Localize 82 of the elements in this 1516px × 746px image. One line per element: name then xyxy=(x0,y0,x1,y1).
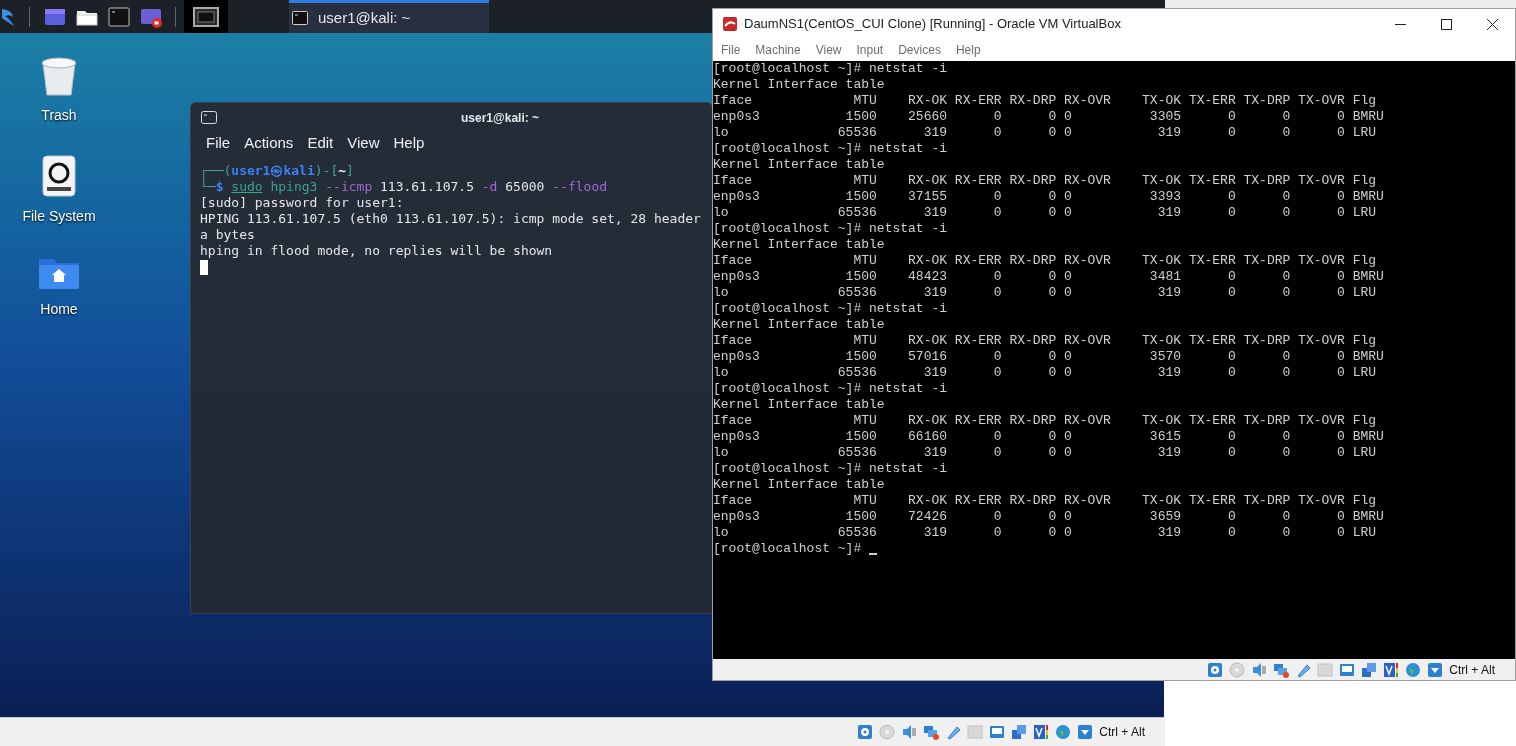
console-line: enp0s3 1500 66160 0 0 0 3615 0 0 0 BMRU xyxy=(713,428,1384,445)
console-line: [root@localhost ~]# netstat -i xyxy=(713,220,948,237)
console-line: Iface MTU RX-OK RX-ERR RX-DRP RX-OVR TX-OK TX-ERR TX-DRP TX-OVR Flg xyxy=(713,252,1377,269)
drive-icon[interactable] xyxy=(39,154,79,198)
menu-item[interactable]: File xyxy=(206,132,231,155)
console-line: Iface MTU RX-OK RX-ERR RX-DRP RX-OVR TX-OK TX-ERR TX-DRP TX-OVR Flg xyxy=(713,492,1377,509)
windows-icon[interactable] xyxy=(1010,724,1027,740)
speaker-icon[interactable] xyxy=(1250,661,1267,678)
console-line: Iface MTU RX-OK RX-ERR RX-DRP RX-OVR TX-OK TX-ERR TX-DRP TX-OVR Flg xyxy=(713,412,1377,429)
icon-label[interactable]: File System xyxy=(22,206,96,227)
menu-item[interactable]: Edit xyxy=(307,132,334,155)
host-key-label: Ctrl + Alt xyxy=(1099,724,1145,741)
console-line: Kernel Interface table xyxy=(713,396,885,413)
console-line: Iface MTU RX-OK RX-ERR RX-DRP RX-OVR TX-OK TX-ERR TX-DRP TX-OVR Flg xyxy=(713,92,1377,109)
window-thumbnail-icon xyxy=(193,6,219,27)
icon-label[interactable]: Home xyxy=(40,299,78,320)
menu-item[interactable]: Actions xyxy=(244,132,294,155)
arrow-down-icon[interactable] xyxy=(1076,724,1093,740)
terminal-line: hping in flood mode, no replies will be shown xyxy=(200,243,554,259)
window-title: user1@kali: ~ xyxy=(461,110,540,127)
terminal-line: HPING 113.61.107.5 (eth0 113.61.107.5): icmp mode set, 28 header xyxy=(200,211,702,227)
virtualbox-icon xyxy=(722,16,738,32)
close-icon xyxy=(1486,18,1498,30)
console-line: enp0s3 1500 72426 0 0 0 3659 0 0 0 BMRU xyxy=(713,508,1384,525)
menu-item[interactable]: Help xyxy=(393,132,425,155)
arrow-down-icon[interactable] xyxy=(1426,661,1443,678)
console-line: [root@localhost ~]# netstat -i xyxy=(713,380,948,397)
console-line: enp0s3 1500 25660 0 0 0 3305 0 0 0 BMRU xyxy=(713,108,1384,125)
workspace-switcher[interactable] xyxy=(184,0,228,33)
console-line: Iface MTU RX-OK RX-ERR RX-DRP RX-OVR TX-OK TX-ERR TX-DRP TX-OVR Flg xyxy=(713,332,1377,349)
terminal-icon xyxy=(292,11,308,25)
console-line: [root@localhost ~]# netstat -i xyxy=(713,300,948,317)
console-line: [root@localhost ~]# xyxy=(713,540,862,557)
console-line: Kernel Interface table xyxy=(713,316,885,333)
cpu-icon[interactable] xyxy=(1032,724,1049,740)
console-line: [root@localhost ~]# netstat -i xyxy=(713,60,948,77)
trash-icon[interactable] xyxy=(39,55,79,97)
window-title: DaumNS1(CentOS_CUI Clone) [Running] - Oracle VM VirtualBox xyxy=(744,15,1121,34)
host-key-label: Ctrl + Alt xyxy=(1449,661,1495,679)
console-line: [root@localhost ~]# netstat -i xyxy=(713,140,948,157)
menu-item[interactable]: View xyxy=(347,132,380,155)
console-line: lo 65536 319 0 0 0 319 0 0 0 LRU xyxy=(713,204,1377,221)
console-line: Iface MTU RX-OK RX-ERR RX-DRP RX-OVR TX-OK TX-ERR TX-DRP TX-OVR Flg xyxy=(713,172,1377,189)
console-line: enp0s3 1500 48423 0 0 0 3481 0 0 0 BMRU xyxy=(713,268,1384,285)
console-line: Kernel Interface table xyxy=(713,156,885,173)
console-line: [root@localhost ~]# netstat -i xyxy=(713,460,948,477)
console-line: lo 65536 319 0 0 0 319 0 0 0 LRU xyxy=(713,524,1377,541)
network-icon[interactable] xyxy=(1272,661,1289,678)
text-cursor xyxy=(869,552,878,555)
speaker-icon[interactable] xyxy=(900,724,917,740)
terminal-icon[interactable] xyxy=(108,5,130,28)
terminal-line: [sudo] password for user1: xyxy=(200,195,405,211)
terminal-line: a bytes xyxy=(200,227,256,243)
cpu-icon[interactable] xyxy=(1382,661,1399,678)
display-icon[interactable] xyxy=(1338,661,1355,678)
menu-item[interactable]: Devices xyxy=(898,40,941,59)
menu-item[interactable]: Machine xyxy=(755,40,801,59)
console-line: lo 65536 319 0 0 0 319 0 0 0 LRU xyxy=(713,124,1377,141)
menu-item[interactable]: Help xyxy=(955,40,981,59)
console-line: enp0s3 1500 37155 0 0 0 3393 0 0 0 BMRU xyxy=(713,188,1384,205)
console-line: enp0s3 1500 57016 0 0 0 3570 0 0 0 BMRU xyxy=(713,348,1384,365)
console-line: Kernel Interface table xyxy=(713,476,885,493)
globe-icon[interactable] xyxy=(1404,661,1421,678)
menu-item[interactable]: View xyxy=(815,40,842,59)
globe-icon[interactable] xyxy=(1054,724,1071,740)
terminal-line: ┌──(user1㉿kali)-[~] xyxy=(200,163,355,179)
network-icon[interactable] xyxy=(922,724,939,740)
console-line: lo 65536 319 0 0 0 319 0 0 0 LRU xyxy=(713,364,1377,381)
console-line: lo 65536 319 0 0 0 319 0 0 0 LRU xyxy=(713,444,1377,461)
terminal-icon xyxy=(201,110,217,124)
console-line: Kernel Interface table xyxy=(713,236,885,253)
taskbar-window-button[interactable]: user1@kali: ~ xyxy=(289,0,489,33)
menu-item[interactable]: File xyxy=(721,40,741,59)
terminal-line: └─$ sudo hping3 --icmp 113.61.107.5 -d 65000 --flood xyxy=(200,179,609,195)
text-cursor xyxy=(200,260,208,275)
windows-icon[interactable] xyxy=(1360,661,1377,678)
console-line: lo 65536 319 0 0 0 319 0 0 0 LRU xyxy=(713,284,1377,301)
menu-item[interactable]: Input xyxy=(856,40,884,59)
console-line: Kernel Interface table xyxy=(713,76,885,93)
display-icon[interactable] xyxy=(988,724,1005,740)
maximize-icon xyxy=(1440,18,1452,30)
icon-label[interactable]: Trash xyxy=(41,105,77,126)
